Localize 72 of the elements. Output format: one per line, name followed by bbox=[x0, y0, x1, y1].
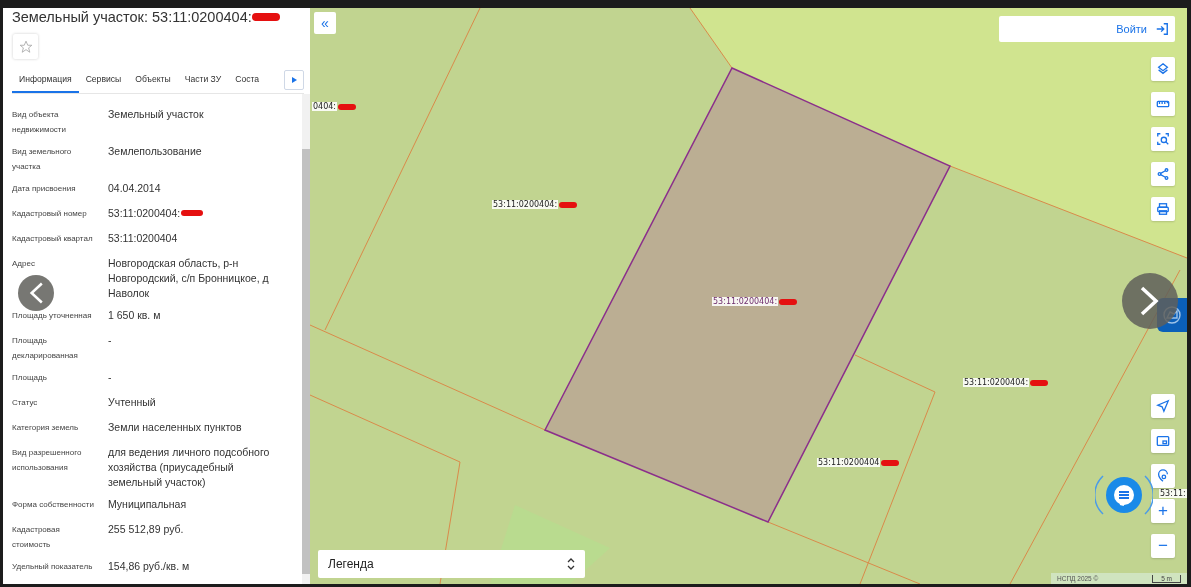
field-value: Земельный участок bbox=[108, 106, 204, 122]
minimap-button[interactable] bbox=[1151, 429, 1175, 453]
field-value: 04.04.2014 bbox=[108, 180, 161, 196]
parcel-label: 53:11:0200404: bbox=[963, 378, 1030, 387]
field-value: Земли населенных пунктов bbox=[108, 419, 242, 435]
parcel-label: 0404: bbox=[312, 102, 338, 111]
area-search-icon bbox=[1156, 132, 1170, 146]
field-value: Муниципальная bbox=[108, 496, 187, 512]
parcel-label: 53:11:0200404: bbox=[712, 297, 779, 306]
zoom-in-button[interactable]: + bbox=[1151, 499, 1175, 523]
field-label: Категория земель bbox=[12, 421, 80, 434]
tab[interactable]: Сервисы bbox=[78, 67, 129, 93]
tab[interactable]: Информация bbox=[12, 67, 79, 93]
field-label: Вид объекта недвижимости bbox=[12, 108, 67, 136]
field-value: Учтенный bbox=[108, 394, 156, 410]
field-label: Площадь уточненная bbox=[12, 309, 93, 322]
login-icon bbox=[1155, 22, 1169, 36]
field-value: 53:11:0200404 bbox=[108, 230, 178, 246]
legend-dropdown[interactable]: Легенда bbox=[318, 550, 585, 578]
field-label: Кадастровая стоимость bbox=[12, 523, 61, 551]
tabs-scroll-button[interactable] bbox=[284, 70, 304, 90]
tab[interactable]: Части ЗУ bbox=[177, 67, 229, 93]
parcel-label: 53:11:0200404: bbox=[492, 200, 559, 209]
locate-button[interactable] bbox=[1151, 394, 1175, 418]
field-label: Статус bbox=[12, 396, 39, 409]
field-label: Площадь декларированная bbox=[12, 334, 79, 362]
field-label: Удельный показатель bbox=[12, 560, 94, 573]
chevron-left-icon bbox=[28, 282, 44, 304]
layers-button[interactable] bbox=[1151, 57, 1175, 81]
share-button[interactable] bbox=[1151, 162, 1175, 186]
field-label: Вид разрешенного использования bbox=[12, 446, 83, 474]
layers-icon bbox=[1156, 62, 1170, 76]
print-button[interactable] bbox=[1151, 197, 1175, 221]
tab[interactable]: Соста bbox=[228, 67, 267, 93]
address-search-button[interactable] bbox=[1151, 464, 1175, 488]
field-label: Кадастровый квартал bbox=[12, 232, 94, 245]
chat-icon bbox=[1113, 484, 1135, 506]
field-value: Землепользование bbox=[108, 143, 202, 159]
parcel-label: 53:11:0200404 bbox=[817, 458, 881, 467]
share-icon bbox=[1156, 167, 1170, 181]
field-value: для ведения личного подсобного хозяйства (приусадебный земельный участок) bbox=[108, 444, 271, 490]
field-label: Площадь bbox=[12, 371, 48, 384]
navigation-arrow-icon bbox=[1156, 399, 1170, 413]
at-pin-icon bbox=[1156, 469, 1170, 483]
field-value: Новгородская область, р-н Новгородский, с/п Бронницкое, д Наволок bbox=[108, 255, 270, 301]
field-label: Вид земельного участка bbox=[12, 145, 73, 173]
printer-icon bbox=[1156, 202, 1170, 216]
star-icon bbox=[18, 39, 33, 54]
redaction-mark bbox=[251, 13, 280, 21]
area-select-button[interactable] bbox=[1151, 127, 1175, 151]
parcel-label: 53:11: bbox=[1159, 489, 1187, 498]
login-button[interactable]: Войти bbox=[999, 16, 1175, 42]
updown-caret-icon bbox=[567, 558, 575, 570]
field-label: Адрес bbox=[12, 257, 36, 270]
field-value: 1 650 кв. м bbox=[108, 307, 161, 323]
ruler-button[interactable] bbox=[1151, 92, 1175, 116]
caret-icon bbox=[291, 77, 297, 83]
field-value: - bbox=[108, 369, 112, 385]
field-label: Кадастровый номер bbox=[12, 207, 88, 220]
chat-pulse-icon bbox=[1095, 474, 1153, 516]
field-label: Форма собственности bbox=[12, 498, 95, 511]
field-value: 53:11:0200404: bbox=[108, 205, 181, 221]
zoom-out-button[interactable]: − bbox=[1151, 534, 1175, 558]
object-title: Земельный участок: 53:11:0200404: bbox=[12, 9, 252, 25]
collapse-panel-button[interactable]: « bbox=[314, 12, 336, 34]
field-value: 154,86 руб./кв. м bbox=[108, 558, 190, 574]
field-value: - bbox=[108, 332, 112, 348]
minimap-icon bbox=[1156, 434, 1170, 448]
chevron-right-icon bbox=[1139, 286, 1161, 316]
field-label: Дата присвоения bbox=[12, 182, 77, 195]
field-value: 255 512,89 руб. bbox=[108, 521, 184, 537]
tab[interactable]: Объекты bbox=[128, 67, 178, 93]
